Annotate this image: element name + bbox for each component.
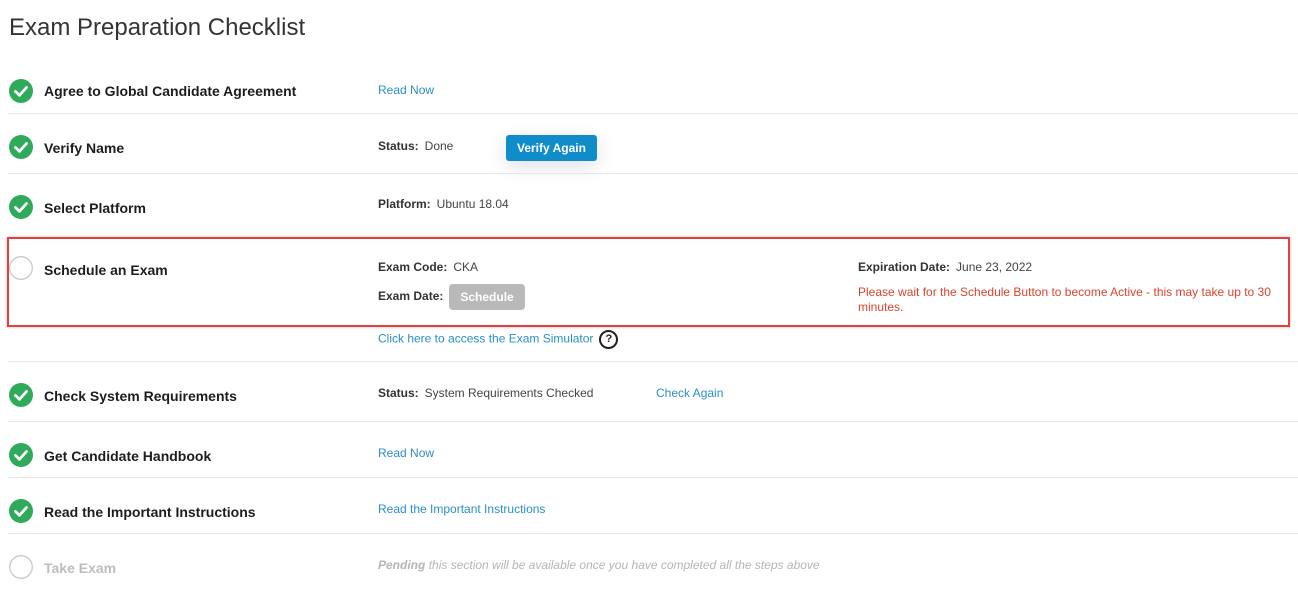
exam-code-value: CKA [453, 260, 479, 274]
page-title: Exam Preparation Checklist [9, 14, 306, 41]
verify-status: Status: Done [378, 139, 453, 153]
exam-code: Exam Code: CKA [378, 260, 478, 274]
schedule-button[interactable]: Schedule [449, 284, 525, 310]
step-label-system: Check System Requirements [44, 388, 237, 404]
read-agreement-link[interactable]: Read Now [378, 83, 434, 97]
divider [8, 477, 1298, 478]
pending-text: this section will be available once you … [428, 558, 820, 572]
check-again-link[interactable]: Check Again [656, 386, 723, 400]
divider [8, 421, 1298, 422]
check-circle-icon [9, 79, 33, 103]
status-key: Status: [378, 386, 419, 400]
platform-value: Ubuntu 18.04 [436, 197, 509, 211]
step-label-agreement: Agree to Global Candidate Agreement [44, 83, 297, 99]
divider [8, 113, 1298, 114]
platform-info: Platform: Ubuntu 18.04 [378, 197, 509, 211]
read-handbook-link[interactable]: Read Now [378, 446, 434, 460]
exam-date: Exam Date: Schedule [378, 284, 525, 310]
status-value: Done [424, 139, 454, 153]
step-label-instructions: Read the Important Instructions [44, 504, 256, 520]
expiration-key: Expiration Date: [858, 260, 951, 274]
expiration-date: Expiration Date: June 23, 2022 [858, 260, 1032, 274]
step-label-handbook: Get Candidate Handbook [44, 448, 212, 464]
status-value: System Requirements Checked [424, 386, 594, 400]
divider [8, 361, 1298, 362]
divider [8, 173, 1298, 174]
step-label-verify-name: Verify Name [44, 140, 125, 156]
empty-circle-icon [9, 256, 33, 280]
verify-again-button[interactable]: Verify Again [506, 135, 597, 161]
read-instructions-link[interactable]: Read the Important Instructions [378, 502, 545, 516]
pending-label: Pending [378, 558, 426, 572]
divider [8, 533, 1298, 534]
schedule-warning-text: Please wait for the Schedule Button to b… [858, 285, 1271, 314]
check-circle-icon [9, 443, 33, 467]
check-circle-icon [9, 195, 33, 219]
exam-simulator: Click here to access the Exam Simulator? [378, 330, 619, 349]
step-label-platform: Select Platform [44, 200, 146, 216]
exam-simulator-link[interactable]: Click here to access the Exam Simulator [378, 332, 593, 346]
pending-note: Pending this section will be available o… [378, 558, 820, 572]
system-status: Status: System Requirements Checked [378, 386, 593, 400]
empty-circle-icon [9, 555, 33, 579]
check-circle-icon [9, 135, 33, 159]
exam-date-key: Exam Date: [378, 289, 444, 304]
step-label-take-exam: Take Exam [44, 560, 117, 576]
question-circle-icon[interactable]: ? [599, 330, 619, 349]
exam-code-key: Exam Code: [378, 260, 448, 274]
status-key: Status: [378, 139, 419, 153]
step-label-schedule: Schedule an Exam [44, 262, 168, 278]
check-circle-icon [9, 383, 33, 407]
check-circle-icon [9, 499, 33, 523]
platform-key: Platform: [378, 197, 431, 211]
expiration-value: June 23, 2022 [956, 260, 1033, 274]
